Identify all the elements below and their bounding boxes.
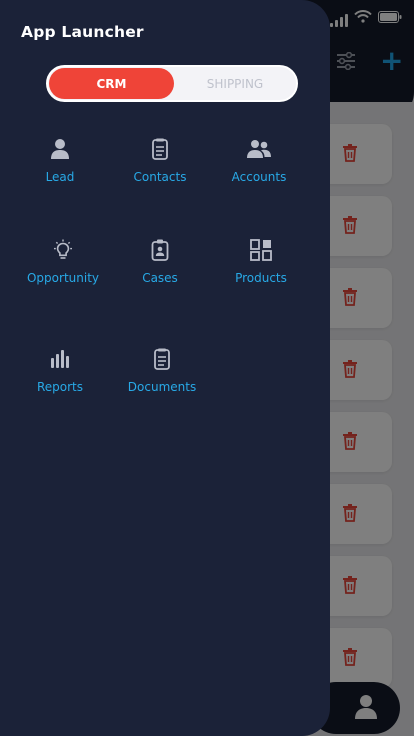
launcher-item-lead[interactable]: Lead — [5, 137, 115, 184]
launcher-item-opportunity[interactable]: Opportunity — [8, 238, 118, 285]
launcher-item-reports[interactable]: Reports — [5, 347, 115, 394]
tab-shipping[interactable]: SHIPPING — [174, 68, 296, 99]
badge-icon — [148, 238, 172, 262]
launcher-item-label: Contacts — [133, 170, 187, 184]
launcher-item-label: Opportunity — [26, 271, 99, 285]
person-icon — [48, 137, 72, 161]
launcher-item-label: Accounts — [231, 170, 287, 184]
launcher-item-accounts[interactable]: Accounts — [204, 137, 314, 184]
launcher-item-cases[interactable]: Cases — [105, 238, 215, 285]
document-icon — [150, 347, 174, 371]
launcher-item-label: Documents — [127, 380, 197, 394]
app-switcher: CRM SHIPPING — [46, 65, 298, 102]
bar-chart-icon — [48, 347, 72, 371]
launcher-item-documents[interactable]: Documents — [107, 347, 217, 394]
launcher-item-contacts[interactable]: Contacts — [105, 137, 215, 184]
launcher-item-label: Lead — [45, 170, 75, 184]
launcher-item-products[interactable]: Products — [206, 238, 316, 285]
app-launcher-drawer: App Launcher CRM SHIPPING Lead Contacts … — [0, 0, 330, 736]
people-icon — [247, 137, 271, 161]
lightbulb-icon — [51, 238, 75, 262]
grid-icon — [249, 238, 273, 262]
launcher-item-label: Cases — [142, 271, 178, 285]
drawer-title: App Launcher — [21, 23, 144, 41]
clipboard-icon — [148, 137, 172, 161]
tab-crm[interactable]: CRM — [49, 68, 174, 99]
launcher-item-label: Products — [235, 271, 287, 285]
launcher-item-label: Reports — [36, 380, 84, 394]
